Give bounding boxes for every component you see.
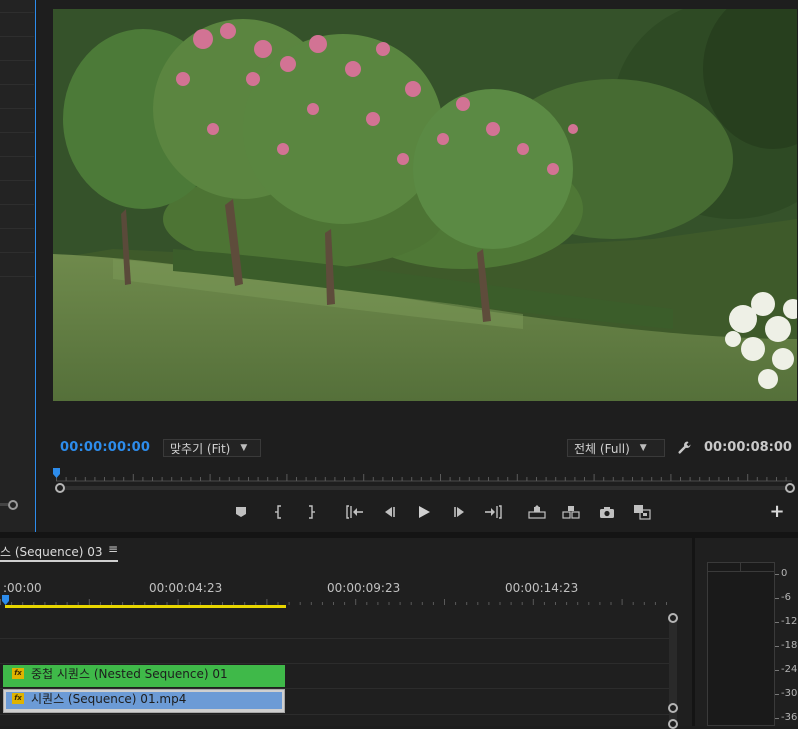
current-timecode[interactable]: 00:00:00:00: [60, 440, 150, 455]
ruler-timecode: 00:00:14:23: [505, 581, 579, 595]
playback-resolution-dropdown[interactable]: 전체 (Full) ▼: [567, 439, 665, 457]
ruler-timecode: 00:00:04:23: [149, 581, 223, 595]
chevron-down-icon: ▼: [240, 443, 248, 453]
step-forward-icon[interactable]: [449, 502, 471, 522]
zoom-level-dropdown[interactable]: 맞추기 (Fit) ▼: [163, 439, 261, 457]
chevron-down-icon: ▼: [639, 443, 647, 453]
playhead-marker[interactable]: [53, 468, 60, 478]
db-label: -12: [781, 616, 798, 627]
track-separator: [0, 638, 670, 639]
meter-peak-indicators[interactable]: [707, 562, 775, 572]
sequence-tab[interactable]: 스 (Sequence) 03: [0, 543, 103, 560]
scrollbar-handle[interactable]: [668, 719, 678, 729]
fx-badge: fx: [12, 693, 24, 704]
db-label: -36: [781, 712, 798, 723]
work-area-bar[interactable]: [5, 605, 286, 608]
zoom-slider-knob[interactable]: [8, 500, 18, 510]
step-back-icon[interactable]: [378, 502, 400, 522]
playback-resolution-label: 전체 (Full): [574, 441, 630, 456]
mark-out-icon[interactable]: [300, 502, 322, 522]
db-label: -18: [781, 640, 798, 651]
transport-controls: [230, 502, 660, 522]
video-preview: [53, 9, 797, 401]
project-panel-edge: [0, 0, 36, 532]
ruler-timecode: 00:00:09:23: [327, 581, 401, 595]
go-to-out-icon[interactable]: [482, 502, 504, 522]
scrollbar-bottom-handle[interactable]: [668, 703, 678, 713]
monitor-time-ruler[interactable]: [56, 468, 792, 482]
fx-badge: fx: [12, 668, 24, 679]
meter-channel-divider: [740, 562, 741, 572]
audio-meter: [707, 562, 775, 726]
scrollbar-right-handle[interactable]: [785, 483, 795, 493]
lift-icon[interactable]: [526, 502, 548, 522]
monitor-zoom-scrollbar[interactable]: [56, 486, 794, 490]
scrollbar-left-handle[interactable]: [55, 483, 65, 493]
db-label: 0: [781, 568, 788, 579]
track-separator: [0, 714, 670, 715]
db-label: -6: [781, 592, 791, 603]
mark-in-icon[interactable]: [268, 502, 290, 522]
timeline-playhead[interactable]: [2, 595, 9, 605]
track-separator: [0, 663, 670, 664]
plus-icon[interactable]: +: [768, 503, 786, 521]
active-tab-indicator: [0, 560, 118, 562]
zoom-level-label: 맞추기 (Fit): [170, 441, 231, 456]
ruler-timecode: :00:00: [3, 581, 42, 595]
export-frame-icon[interactable]: [596, 502, 618, 522]
panel-menu-icon[interactable]: ≡: [108, 542, 118, 556]
db-label: -24: [781, 664, 798, 675]
play-icon[interactable]: [413, 502, 435, 522]
duration-timecode: 00:00:08:00: [704, 440, 792, 455]
add-marker-icon[interactable]: [230, 502, 252, 522]
wrench-icon[interactable]: [677, 440, 693, 456]
db-label: -30: [781, 688, 798, 699]
zoom-slider-track[interactable]: [0, 503, 8, 506]
clip-label: 중첩 시퀀스 (Nested Sequence) 01: [31, 667, 228, 681]
extract-icon[interactable]: [560, 502, 582, 522]
scrollbar-top-handle[interactable]: [668, 613, 678, 623]
clip-label: 시퀀스 (Sequence) 01.mp4: [31, 692, 187, 706]
comparison-view-icon[interactable]: [631, 502, 653, 522]
go-to-in-icon[interactable]: [344, 502, 366, 522]
